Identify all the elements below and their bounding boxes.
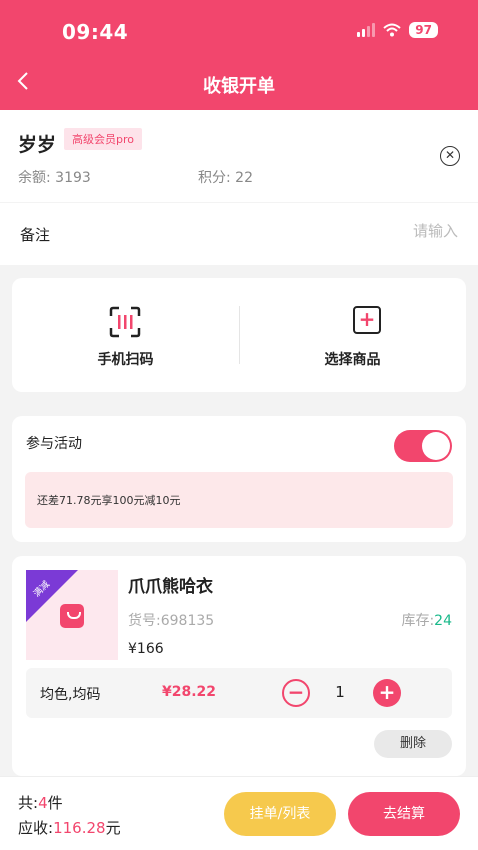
- product-name: 爪爪熊哈衣: [128, 577, 213, 597]
- count-prefix: 共:: [18, 794, 39, 812]
- points-label: 积分:: [198, 170, 231, 186]
- variant-row: 均色,均码 ¥28.22 − 1 +: [26, 668, 452, 718]
- activity-card: 参与活动 还差71.78元享100元减10元: [12, 416, 466, 542]
- amount-value: 116.28: [53, 819, 106, 837]
- scan-label: 手机扫码: [97, 352, 154, 368]
- app-header: 09:44 97 收银开单: [0, 0, 478, 110]
- page-title: 收银开单: [203, 76, 275, 97]
- quantity-value: 1: [335, 683, 345, 701]
- variant-price: ¥28.22: [162, 684, 217, 700]
- scan-button[interactable]: 手机扫码: [12, 278, 239, 392]
- activity-label: 参与活动: [26, 436, 82, 452]
- select-label: 选择商品: [324, 352, 381, 368]
- toggle-knob: [422, 432, 450, 460]
- signal-icon: [357, 23, 376, 37]
- remark-row: 备注: [0, 203, 478, 265]
- remark-input[interactable]: [308, 222, 458, 240]
- balance-label: 余额:: [18, 170, 51, 186]
- remark-label: 备注: [20, 226, 51, 244]
- add-icon: +: [353, 306, 381, 334]
- count-suffix: 件: [47, 794, 63, 812]
- sku-label: 货号:: [128, 613, 161, 629]
- battery-indicator: 97: [409, 22, 438, 38]
- product-sku: 货号:698135: [128, 610, 214, 630]
- product-image: 满减: [26, 570, 118, 660]
- product-stock: 库存:24: [401, 610, 452, 630]
- select-product-button[interactable]: + 选择商品: [239, 278, 466, 392]
- decrease-quantity-button[interactable]: −: [282, 679, 310, 707]
- status-time: 09:44: [62, 20, 129, 44]
- minus-icon: −: [287, 680, 305, 704]
- promo-hint: 还差71.78元享100元减10元: [25, 472, 453, 528]
- member-level-badge: 高级会员pro: [64, 128, 142, 150]
- count-value: 4: [38, 794, 48, 812]
- total-amount: 应收:116.28元: [18, 817, 121, 838]
- checkout-bar: 共:4件 应收:116.28元 挂单/列表 去结算: [0, 776, 478, 850]
- member-points: 积分: 22: [198, 167, 253, 187]
- action-panel: 手机扫码 + 选择商品: [12, 278, 466, 392]
- increase-quantity-button[interactable]: +: [373, 679, 401, 707]
- remove-member-button[interactable]: ✕: [440, 146, 460, 166]
- shopping-bag-icon: [60, 604, 84, 628]
- delete-button[interactable]: 删除: [374, 730, 452, 758]
- points-value: 22: [235, 170, 253, 186]
- member-card: 岁岁 高级会员pro 余额: 3193 积分: 22 ✕: [0, 110, 478, 202]
- close-icon: ✕: [444, 148, 456, 162]
- sku-value: 698135: [160, 613, 215, 629]
- total-count: 共:4件: [18, 792, 63, 813]
- wifi-icon: [383, 23, 401, 37]
- amount-suffix: 元: [105, 819, 121, 837]
- balance-value: 3193: [55, 170, 91, 186]
- plus-icon: +: [378, 680, 396, 704]
- activity-toggle[interactable]: [394, 430, 452, 462]
- stock-label: 库存:: [401, 613, 435, 629]
- stock-value: 24: [434, 613, 452, 629]
- variant-spec: 均色,均码: [40, 687, 101, 703]
- status-icons: 97: [357, 22, 438, 38]
- product-price: ¥166: [128, 641, 164, 657]
- member-balance: 余额: 3193: [18, 167, 91, 187]
- checkout-button[interactable]: 去结算: [348, 792, 460, 836]
- product-card: 满减 爪爪熊哈衣 货号:698135 库存:24 ¥166 均色,均码 ¥28.…: [12, 556, 466, 776]
- scan-icon: [109, 306, 141, 338]
- hold-order-button[interactable]: 挂单/列表: [224, 792, 336, 836]
- amount-prefix: 应收:: [18, 819, 54, 837]
- member-name: 岁岁: [18, 134, 57, 156]
